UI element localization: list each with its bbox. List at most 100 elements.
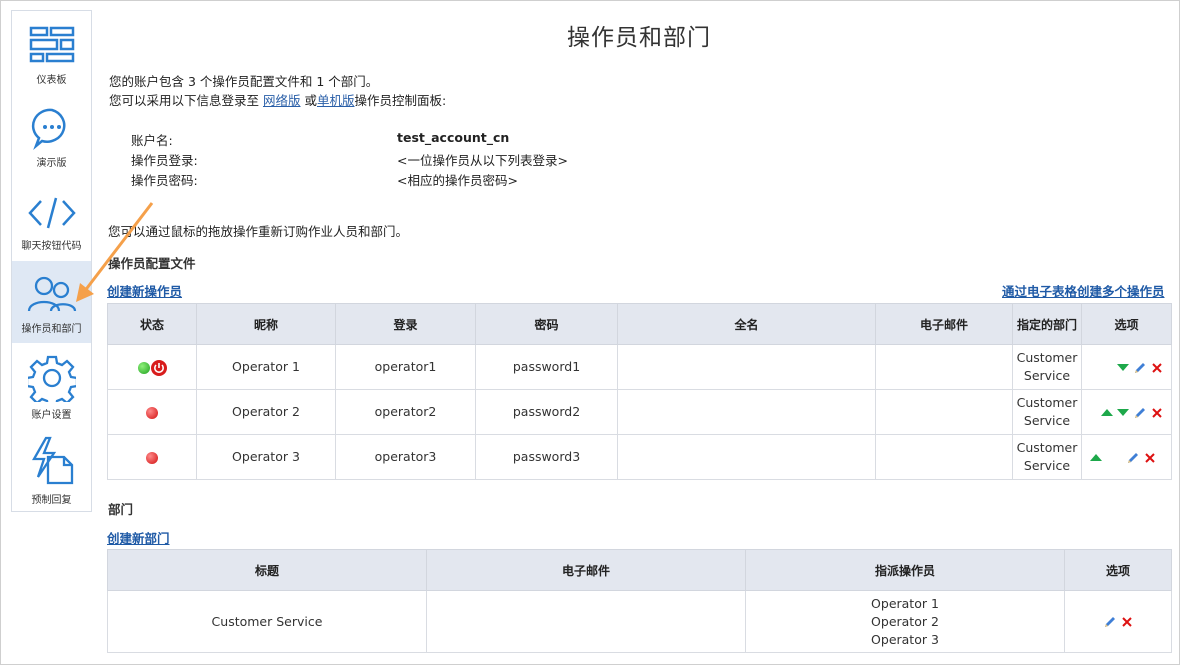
- create-department-link[interactable]: 创建新部门: [107, 528, 170, 547]
- email-cell: [875, 389, 1013, 435]
- department-cell: Customer Service: [1012, 434, 1082, 480]
- sidebar-item-label: 仪表板: [36, 75, 67, 86]
- table-row[interactable]: Customer Service Operator 1 Operator 2 O…: [107, 590, 1172, 653]
- delete-icon[interactable]: [1151, 407, 1163, 419]
- nickname-cell: Operator 3: [196, 434, 336, 480]
- move-down-icon[interactable]: [1117, 364, 1129, 371]
- table-row[interactable]: Operator 3 operator3 password3 Customer …: [107, 434, 1172, 480]
- column-header: 密码: [475, 303, 618, 345]
- login-cell: operator3: [335, 434, 476, 480]
- options-cell: [1081, 344, 1172, 390]
- move-down-icon[interactable]: [1117, 409, 1129, 416]
- intro-text: 操作员控制面板:: [354, 93, 447, 108]
- sidebar-item-canned-replies[interactable]: 预制回复: [12, 427, 91, 509]
- options-cell: [1081, 434, 1172, 480]
- email-cell: [875, 434, 1013, 480]
- column-header: 电子邮件: [426, 549, 746, 591]
- email-cell: [875, 344, 1013, 390]
- page-title: 操作员和部门: [567, 25, 711, 51]
- table-header-row: 标题 电子邮件 指派操作员 选项: [107, 549, 1172, 591]
- options-cell: [1081, 389, 1172, 435]
- sidebar-item-chat-button-code[interactable]: 聊天按钮代码: [12, 177, 91, 259]
- lightning-doc-icon: [31, 436, 73, 485]
- table-row[interactable]: Operator 1 operator1 password1 Customer …: [107, 344, 1172, 390]
- login-cell: operator1: [335, 344, 476, 390]
- fullname-cell: [617, 434, 876, 480]
- department-cell: Customer Service: [1012, 344, 1082, 390]
- column-header: 选项: [1064, 549, 1172, 591]
- column-header: 状态: [107, 303, 197, 345]
- options-cell: [1064, 590, 1172, 653]
- edit-pencil-icon[interactable]: [1133, 361, 1147, 375]
- intro-text: 或: [300, 93, 317, 108]
- assigned-operator: Operator 2: [871, 613, 939, 629]
- delete-icon[interactable]: [1144, 452, 1156, 464]
- online-status-icon: [137, 361, 150, 374]
- move-up-icon[interactable]: [1101, 409, 1113, 416]
- intro-text: 您可以采用以下信息登录至: [109, 93, 263, 108]
- offline-status-icon: [146, 406, 158, 419]
- sidebar-item-label: 预制回复: [31, 495, 72, 506]
- departments-section-title: 部门: [108, 502, 134, 517]
- drag-hint: 您可以通过鼠标的拖放操作重新订购作业人员和部门。: [108, 224, 409, 239]
- status-cell: [107, 389, 197, 435]
- assigned-operators-cell: Operator 1 Operator 2 Operator 3: [745, 590, 1065, 653]
- column-header: 标题: [107, 549, 427, 591]
- edit-pencil-icon[interactable]: [1133, 406, 1147, 420]
- department-email-cell: [426, 590, 746, 653]
- web-version-link[interactable]: 网络版: [263, 93, 301, 108]
- sidebar-item-label: 账户设置: [31, 410, 72, 421]
- sidebar-item-label: 演示版: [36, 158, 67, 169]
- assigned-operator: Operator 1: [871, 595, 939, 611]
- department-title-cell: Customer Service: [107, 590, 427, 653]
- nickname-cell: Operator 2: [196, 389, 336, 435]
- nickname-cell: Operator 1: [196, 344, 336, 390]
- sidebar-item-account-settings[interactable]: 账户设置: [12, 344, 91, 426]
- department-cell: Customer Service: [1012, 389, 1082, 435]
- table-header-row: 状态 昵称 登录 密码 全名 电子邮件 指定的部门 选项: [107, 303, 1172, 345]
- create-operators-spreadsheet-link[interactable]: 通过电子表格创建多个操作员: [1002, 281, 1165, 300]
- delete-icon[interactable]: [1121, 616, 1133, 628]
- status-cell: [107, 344, 197, 390]
- login-cell: operator2: [335, 389, 476, 435]
- assigned-operator: Operator 3: [871, 631, 939, 647]
- status-cell: [107, 434, 197, 480]
- delete-icon[interactable]: [1151, 362, 1163, 374]
- column-header: 选项: [1081, 303, 1172, 345]
- fullname-cell: [617, 389, 876, 435]
- users-icon: [27, 276, 76, 312]
- operators-section-title: 操作员配置文件: [108, 256, 196, 271]
- account-value: test_account_cn: [397, 130, 510, 145]
- desktop-version-link[interactable]: 单机版: [317, 93, 355, 108]
- column-header: 登录: [335, 303, 476, 345]
- sidebar: 仪表板 演示版 聊天按钮代码 操作员和部门 账户设置 预制回复: [11, 10, 92, 512]
- login-label: 操作员登录:: [131, 153, 198, 168]
- account-label: 账户名:: [131, 133, 173, 148]
- column-header: 指派操作员: [745, 549, 1065, 591]
- login-value: <一位操作员从以下列表登录>: [397, 153, 568, 168]
- move-up-icon[interactable]: [1090, 454, 1102, 461]
- column-header: 指定的部门: [1012, 303, 1082, 345]
- sidebar-item-label: 操作员和部门: [21, 324, 82, 335]
- sidebar-item-dashboard[interactable]: 仪表板: [12, 11, 91, 93]
- sidebar-item-operators-departments[interactable]: 操作员和部门: [12, 261, 91, 343]
- create-operator-link[interactable]: 创建新操作员: [107, 281, 182, 300]
- password-cell: password3: [475, 434, 618, 480]
- intro-line-1: 您的账户包含 3 个操作员配置文件和 1 个部门。: [109, 74, 379, 89]
- table-row[interactable]: Operator 2 operator2 password2 Customer …: [107, 389, 1172, 435]
- edit-pencil-icon[interactable]: [1126, 451, 1140, 465]
- sidebar-item-label: 聊天按钮代码: [21, 241, 82, 252]
- password-cell: password1: [475, 344, 618, 390]
- intro-line-2: 您可以采用以下信息登录至 网络版 或单机版操作员控制面板:: [109, 90, 446, 109]
- dashboard-icon: [29, 26, 74, 63]
- code-icon: [27, 197, 76, 229]
- operators-table: 状态 昵称 登录 密码 全名 电子邮件 指定的部门 选项 Operator 1 …: [107, 303, 1172, 480]
- sidebar-item-demo[interactable]: 演示版: [12, 94, 91, 176]
- column-header: 电子邮件: [875, 303, 1013, 345]
- power-icon[interactable]: [150, 359, 167, 376]
- column-header: 全名: [617, 303, 876, 345]
- edit-pencil-icon[interactable]: [1103, 615, 1117, 629]
- password-label: 操作员密码:: [131, 173, 198, 188]
- password-cell: password2: [475, 389, 618, 435]
- gear-icon: [27, 355, 76, 402]
